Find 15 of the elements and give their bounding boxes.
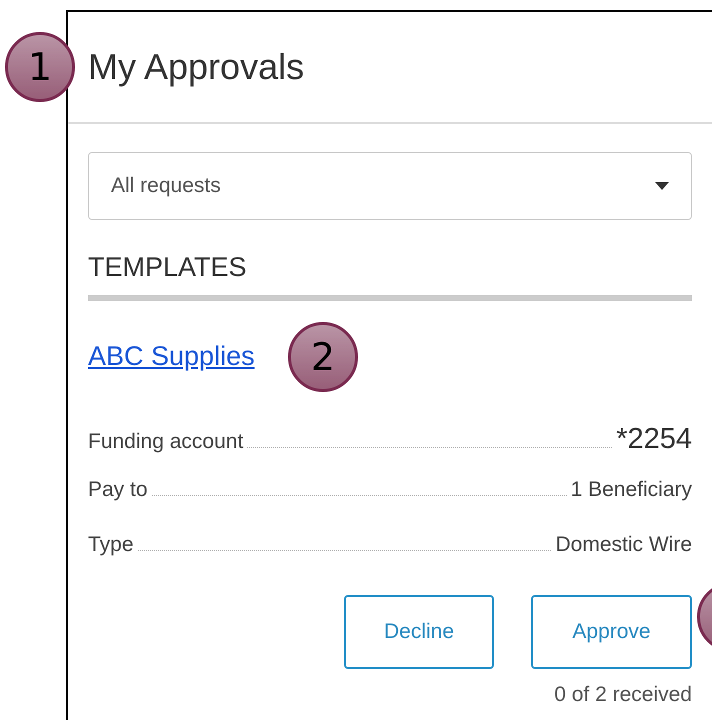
template-link[interactable]: ABC Supplies	[88, 340, 255, 372]
callout-badge: 1	[5, 32, 75, 102]
detail-label: Type	[88, 533, 134, 557]
approval-status: 0 of 2 received	[553, 683, 692, 707]
panel-title: My Approvals	[88, 46, 304, 88]
action-button[interactable]: Decline	[344, 595, 494, 669]
action-button[interactable]: Approve	[531, 595, 692, 669]
caret-icon	[655, 182, 669, 190]
detail-label: Funding account	[88, 430, 244, 454]
detail-value: Domestic Wire	[555, 533, 692, 557]
detail-value: 1 Beneficiary	[570, 478, 692, 502]
detail-label: Pay to	[88, 478, 148, 502]
detail-value: *2254	[616, 423, 692, 456]
section-heading: TEMPLATES	[88, 252, 248, 283]
request-filter-dropdown[interactable]: All requests	[88, 152, 692, 220]
